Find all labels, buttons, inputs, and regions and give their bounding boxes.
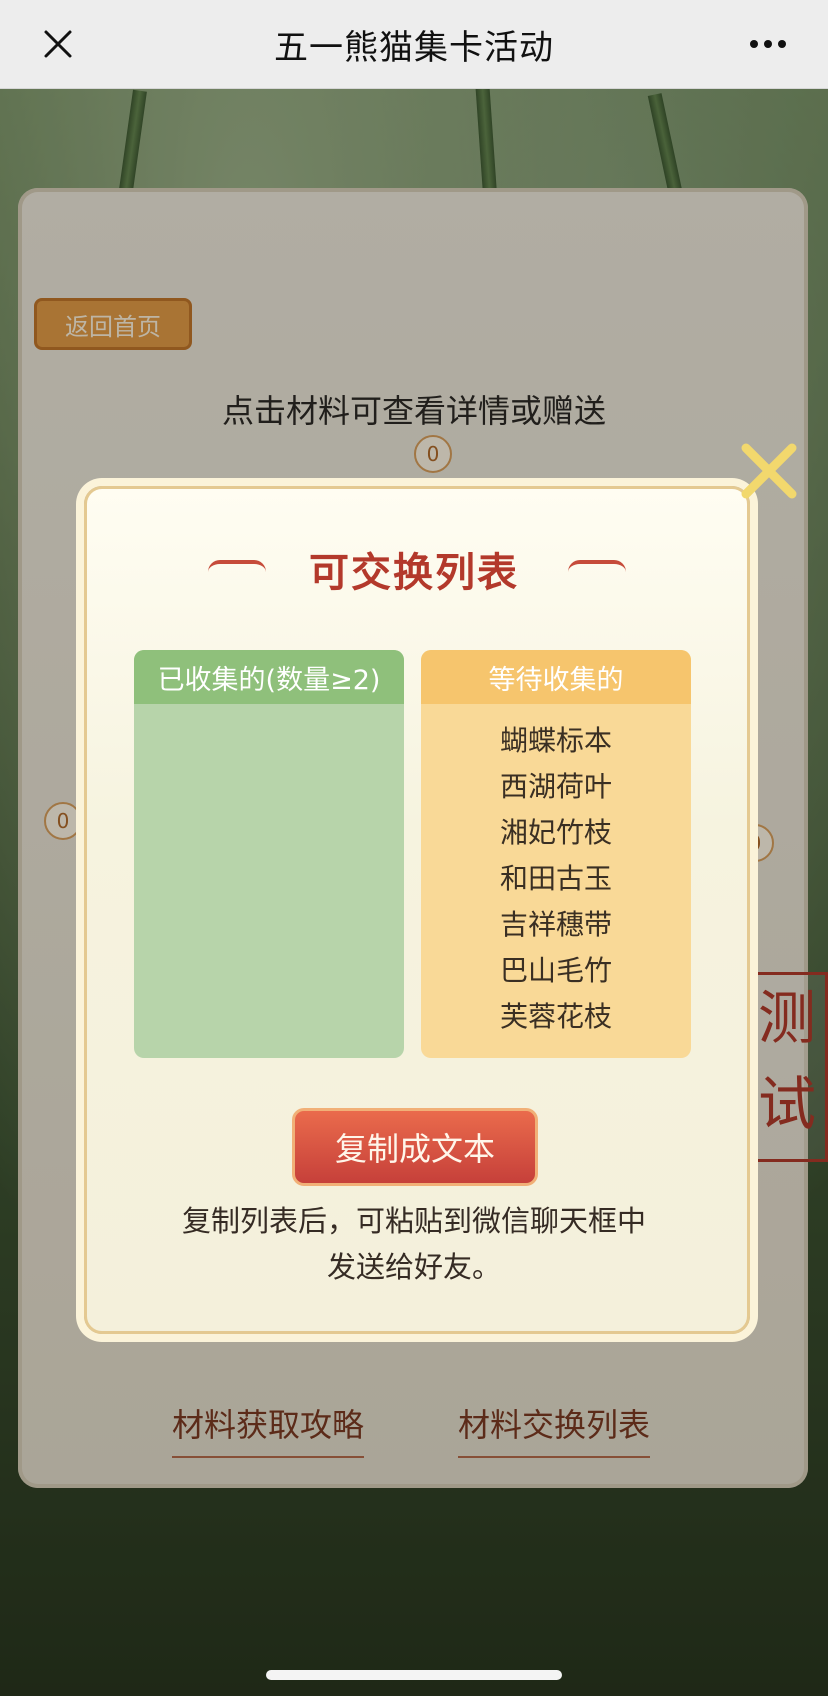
home-indicator — [266, 1670, 562, 1680]
waiting-list: 蝴蝶标本 西湖荷叶 湘妃竹枝 和田古玉 吉祥穗带 巴山毛竹 芙蓉花枝 — [421, 704, 691, 1040]
list-item: 蝴蝶标本 — [499, 724, 612, 757]
copy-as-text-button[interactable]: 复制成文本 — [292, 1108, 538, 1186]
collected-column: 已收集的(数量≥2) — [134, 650, 404, 1058]
list-item: 吉祥穗带 — [499, 908, 612, 941]
waiting-header: 等待收集的 — [421, 650, 691, 704]
modal-close-icon[interactable] — [734, 436, 804, 506]
top-nav-bar: 五一熊猫集卡活动 — [0, 0, 828, 89]
collected-header: 已收集的(数量≥2) — [134, 650, 404, 704]
description-line-1: 复制列表后，可粘贴到微信聊天框中 — [181, 1204, 646, 1238]
list-item: 和田古玉 — [499, 862, 612, 895]
description-line-2: 发送给好友。 — [326, 1250, 501, 1284]
list-item: 巴山毛竹 — [499, 954, 612, 987]
list-item: 西湖荷叶 — [499, 770, 612, 803]
list-item: 芙蓉花枝 — [499, 1000, 612, 1033]
more-options-icon[interactable] — [746, 30, 790, 58]
page-title: 五一熊猫集卡活动 — [274, 27, 554, 68]
close-icon[interactable] — [38, 24, 78, 64]
game-logo — [664, 1374, 824, 1444]
modal-title: 可交换列表 — [309, 550, 519, 596]
list-item: 湘妃竹枝 — [499, 816, 612, 849]
copy-description: 复制列表后，可粘贴到微信聊天框中 发送给好友。 — [84, 1198, 744, 1290]
waiting-column: 等待收集的 蝴蝶标本 西湖荷叶 湘妃竹枝 和田古玉 吉祥穗带 巴山毛竹 芙蓉花枝 — [421, 650, 691, 1058]
